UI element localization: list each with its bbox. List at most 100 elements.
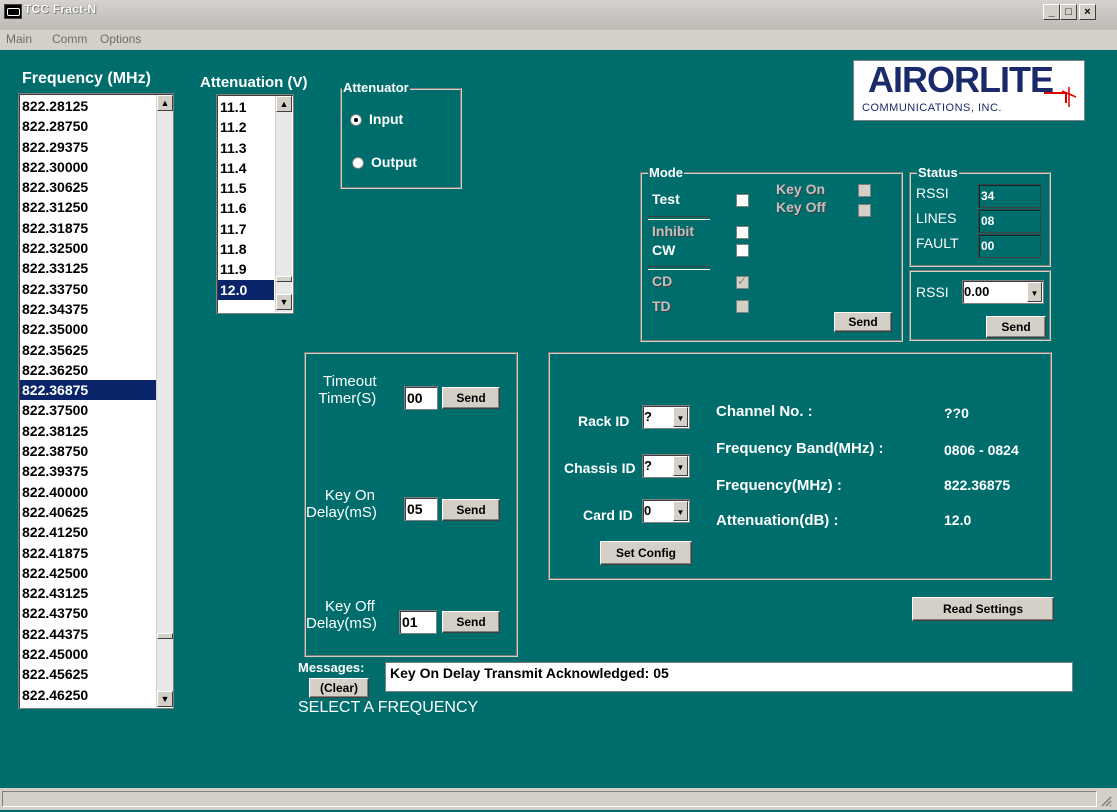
attenuator-group bbox=[340, 88, 462, 189]
attenuation-list-item[interactable]: 11.7 bbox=[218, 219, 274, 239]
keyon-label-line2: Delay(mS) bbox=[306, 504, 377, 521]
frequency-list-item[interactable]: 822.33750 bbox=[20, 279, 156, 299]
attenuation-list-item[interactable]: 12.0 bbox=[218, 279, 274, 300]
frequency-list-item[interactable]: 822.32500 bbox=[20, 238, 156, 258]
frequency-list-item[interactable]: 822.35000 bbox=[20, 319, 156, 339]
attenuation-list-item[interactable]: 11.5 bbox=[218, 178, 274, 198]
app-icon[interactable] bbox=[4, 4, 22, 19]
attenuation-list-item[interactable]: 11.9 bbox=[218, 259, 274, 279]
chevron-down-icon[interactable]: ▼ bbox=[673, 407, 688, 427]
frequency-list-item[interactable]: 822.41250 bbox=[20, 522, 156, 542]
rack-id-select[interactable]: ? ▼ bbox=[642, 405, 690, 429]
chevron-down-icon[interactable]: ▼ bbox=[1027, 282, 1042, 302]
rssi-send-button[interactable]: Send bbox=[986, 316, 1046, 338]
scroll-up-icon[interactable]: ▲ bbox=[157, 95, 173, 111]
menu-main[interactable]: Main bbox=[6, 32, 32, 46]
attenuation-list-item[interactable]: 11.3 bbox=[218, 138, 274, 158]
cw-checkbox[interactable] bbox=[736, 244, 749, 257]
messages-box[interactable]: Key On Delay Transmit Acknowledged: 05 bbox=[385, 662, 1073, 692]
frequency-list-item[interactable]: 822.40625 bbox=[20, 502, 156, 522]
chevron-down-icon[interactable]: ▼ bbox=[673, 456, 688, 476]
frequency-band-value: 0806 - 0824 bbox=[944, 442, 1019, 458]
frequency-list-item[interactable]: 822.45000 bbox=[20, 644, 156, 664]
key-on-label: Key On bbox=[776, 181, 826, 197]
attenuation-scrollbar[interactable]: ▲ ▼ bbox=[275, 96, 292, 312]
td-checkbox[interactable] bbox=[736, 300, 749, 313]
mode-legend: Mode bbox=[648, 165, 684, 180]
output-radio[interactable] bbox=[352, 157, 364, 169]
frequency-list-item[interactable]: 822.43750 bbox=[20, 603, 156, 623]
chevron-down-icon[interactable]: ▼ bbox=[673, 501, 688, 521]
scroll-thumb[interactable] bbox=[276, 276, 292, 282]
attenuation-list-item[interactable]: 11.8 bbox=[218, 239, 274, 259]
clear-messages-button[interactable]: (Clear) bbox=[309, 678, 369, 698]
frequency-list-item[interactable]: 822.29375 bbox=[20, 137, 156, 157]
scroll-up-icon[interactable]: ▲ bbox=[276, 96, 292, 112]
frequency-list-item[interactable]: 822.36875 bbox=[20, 380, 156, 401]
set-config-button[interactable]: Set Config bbox=[600, 541, 692, 565]
attenuation-listbox[interactable]: 11.1 11.2 11.3 11.4 11.5 11.6 11.7 11.8 11.9 12.0… bbox=[216, 94, 294, 314]
keyoff-send-button[interactable]: Send bbox=[442, 611, 500, 633]
input-radio[interactable] bbox=[350, 114, 362, 126]
frequency-list-item[interactable]: 822.28125 bbox=[20, 96, 156, 116]
status-fault-label: FAULT bbox=[916, 235, 959, 251]
scroll-down-icon[interactable]: ▼ bbox=[276, 294, 292, 310]
read-settings-button[interactable]: Read Settings bbox=[912, 597, 1054, 621]
attenuation-list-item[interactable]: 11.2 bbox=[218, 117, 274, 137]
attenuation-list-item[interactable]: 11.4 bbox=[218, 158, 274, 178]
attenuation-info-label: Attenuation(dB) : bbox=[716, 512, 839, 529]
scroll-thumb[interactable] bbox=[157, 633, 173, 639]
frequency-list-item[interactable]: 822.31250 bbox=[20, 197, 156, 217]
frequency-list-item[interactable]: 822.46250 bbox=[20, 685, 156, 705]
frequency-list-item[interactable]: 822.43125 bbox=[20, 583, 156, 603]
frequency-list-item[interactable]: 822.36250 bbox=[20, 360, 156, 380]
attenuation-list-item[interactable]: 11.1 bbox=[218, 97, 274, 117]
keyoff-delay-input[interactable]: 01 bbox=[399, 610, 437, 634]
output-radio-label[interactable]: Output bbox=[371, 154, 417, 170]
maximize-button[interactable]: □ bbox=[1060, 4, 1077, 20]
frequency-list-item[interactable]: 822.45625 bbox=[20, 664, 156, 684]
frequency-list-item[interactable]: 822.42500 bbox=[20, 563, 156, 583]
frequency-list-item[interactable]: 822.41875 bbox=[20, 543, 156, 563]
mode-send-button[interactable]: Send bbox=[834, 312, 892, 332]
timeout-input[interactable]: 00 bbox=[404, 386, 438, 410]
frequency-list-item[interactable]: 822.33125 bbox=[20, 258, 156, 278]
minimize-button[interactable]: _ bbox=[1043, 4, 1060, 20]
chassis-id-select[interactable]: ? ▼ bbox=[642, 454, 690, 478]
close-button[interactable]: × bbox=[1079, 4, 1096, 20]
frequency-list-item[interactable]: 822.44375 bbox=[20, 624, 156, 644]
frequency-list-item[interactable]: 822.34375 bbox=[20, 299, 156, 319]
scroll-down-icon[interactable]: ▼ bbox=[157, 691, 173, 707]
frequency-list-item[interactable]: 822.40000 bbox=[20, 482, 156, 502]
frequency-list-item[interactable]: 822.31875 bbox=[20, 218, 156, 238]
key-on-checkbox[interactable] bbox=[858, 184, 871, 197]
keyon-send-button[interactable]: Send bbox=[442, 499, 500, 521]
input-radio-label[interactable]: Input bbox=[369, 111, 403, 127]
frequency-list-item[interactable]: 822.39375 bbox=[20, 461, 156, 481]
frequency-list-item[interactable]: 822.37500 bbox=[20, 400, 156, 420]
frequency-list-item[interactable]: 822.35625 bbox=[20, 340, 156, 360]
frequency-list-item[interactable]: 822.38750 bbox=[20, 441, 156, 461]
frequency-list-item[interactable]: 822.38125 bbox=[20, 421, 156, 441]
frequency-listbox[interactable]: 822.28125 822.28750 822.29375 822.30000 822.… bbox=[18, 93, 174, 709]
frequency-list-item[interactable]: 822.30625 bbox=[20, 177, 156, 197]
rssi-select[interactable]: 0.00 ▼ bbox=[962, 280, 1044, 304]
resize-grip-icon[interactable] bbox=[1100, 794, 1112, 807]
frequency-list-item[interactable]: 822.30000 bbox=[20, 157, 156, 177]
frequency-list-item[interactable]: 822.28750 bbox=[20, 116, 156, 136]
attenuation-label: Attenuation (V) bbox=[200, 74, 308, 91]
timeout-send-button[interactable]: Send bbox=[442, 387, 500, 409]
card-id-select[interactable]: 0 ▼ bbox=[642, 499, 690, 523]
title-bar[interactable]: TCC Fract-N _ □ × bbox=[0, 0, 1117, 31]
attenuation-list-item[interactable]: 11.6 bbox=[218, 198, 274, 218]
test-checkbox[interactable] bbox=[736, 194, 749, 207]
menu-comm[interactable]: Comm bbox=[52, 32, 87, 46]
cd-checkbox[interactable] bbox=[736, 274, 749, 289]
key-off-checkbox[interactable] bbox=[858, 204, 871, 217]
keyon-delay-label: Key On Delay(mS) bbox=[306, 487, 377, 521]
keyon-delay-input[interactable]: 05 bbox=[404, 497, 438, 521]
mode-divider bbox=[648, 216, 710, 220]
menu-options[interactable]: Options bbox=[100, 32, 141, 46]
inhibit-checkbox[interactable] bbox=[736, 226, 749, 239]
frequency-scrollbar[interactable]: ▲ ▼ bbox=[156, 95, 173, 707]
